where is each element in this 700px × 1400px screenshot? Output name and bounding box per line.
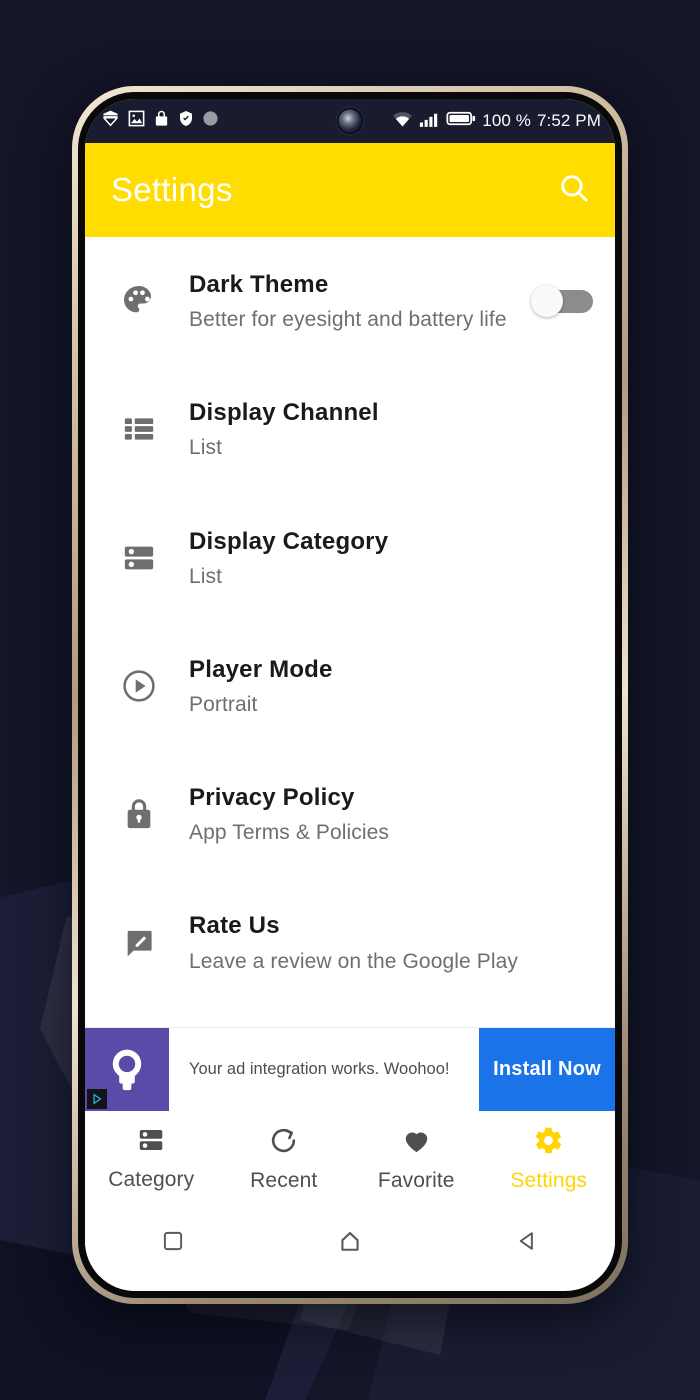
nav-item-category[interactable]: Category bbox=[85, 1125, 218, 1192]
gear-icon bbox=[533, 1125, 564, 1161]
status-bar-left-icons bbox=[101, 109, 219, 133]
recents-square-icon[interactable] bbox=[85, 1228, 262, 1254]
gallery-icon bbox=[127, 109, 146, 133]
nav-item-favorite[interactable]: Favorite bbox=[350, 1125, 483, 1193]
status-bar: 100 % 7:52 PM bbox=[85, 99, 615, 143]
server-rows-icon bbox=[136, 1125, 166, 1160]
setting-row-player-mode[interactable]: Player Mode Portrait bbox=[85, 622, 615, 750]
app-bar: Settings bbox=[85, 143, 615, 237]
nav-label: Category bbox=[108, 1168, 195, 1191]
review-edit-icon bbox=[113, 926, 165, 960]
setting-subtitle: Better for eyesight and battery life bbox=[189, 308, 507, 332]
setting-title: Display Category bbox=[189, 527, 389, 555]
bottom-navigation: Category Recent Favorite Settings bbox=[85, 1111, 615, 1206]
battery-percent-label: 100 % bbox=[482, 111, 531, 130]
nav-label: Favorite bbox=[377, 1168, 455, 1192]
setting-title: Rate Us bbox=[189, 912, 280, 940]
palette-icon bbox=[113, 283, 165, 319]
server-rows-icon bbox=[113, 541, 165, 575]
phone-screen: 100 % 7:52 PM Settings Dark Theme Better… bbox=[85, 99, 615, 1291]
setting-row-display-channel[interactable]: Display Channel List bbox=[85, 365, 615, 493]
setting-row-display-category[interactable]: Display Category List bbox=[85, 494, 615, 622]
back-triangle-icon[interactable] bbox=[438, 1228, 615, 1254]
setting-subtitle: Portrait bbox=[189, 693, 258, 716]
setting-title: Dark Theme bbox=[189, 270, 329, 298]
setting-title: Display Channel bbox=[189, 399, 379, 427]
signal-icon bbox=[419, 110, 440, 133]
nav-item-recent[interactable]: Recent bbox=[218, 1125, 351, 1193]
phone-frame: 100 % 7:52 PM Settings Dark Theme Better… bbox=[72, 86, 628, 1304]
status-bar-right: 100 % 7:52 PM bbox=[392, 99, 601, 143]
phone-bezel: 100 % 7:52 PM Settings Dark Theme Better… bbox=[78, 92, 622, 1298]
nav-item-settings[interactable]: Settings bbox=[483, 1125, 616, 1193]
install-now-button[interactable]: Install Now bbox=[479, 1028, 615, 1111]
ad-text: Your ad integration works. Woohoo! bbox=[189, 1060, 450, 1078]
toggle-knob bbox=[531, 285, 563, 318]
play-circle-icon bbox=[113, 668, 165, 704]
lock-icon bbox=[153, 109, 170, 133]
setting-title: Player Mode bbox=[189, 655, 333, 683]
nav-label: Recent bbox=[250, 1168, 318, 1192]
setting-subtitle: List bbox=[189, 564, 223, 588]
setting-subtitle: List bbox=[189, 436, 223, 460]
android-system-nav bbox=[85, 1206, 615, 1276]
refresh-icon bbox=[268, 1125, 299, 1161]
list-view-icon bbox=[113, 412, 165, 446]
nav-label: Settings bbox=[510, 1168, 588, 1192]
adchoices-icon[interactable] bbox=[87, 1089, 107, 1109]
home-icon[interactable] bbox=[262, 1227, 439, 1255]
shield-check-icon bbox=[177, 109, 195, 133]
heart-icon bbox=[401, 1125, 432, 1161]
setting-row-privacy-policy[interactable]: Privacy Policy App Terms & Policies bbox=[85, 750, 615, 878]
battery-icon bbox=[446, 110, 476, 132]
front-camera-punchhole bbox=[338, 109, 362, 133]
settings-list: Dark Theme Better for eyesight and batte… bbox=[85, 237, 615, 1027]
wifi-icon bbox=[392, 110, 413, 133]
clock-label: 7:52 PM bbox=[536, 111, 601, 130]
ad-banner[interactable]: Your ad integration works. Woohoo! Insta… bbox=[85, 1027, 615, 1111]
page-title: Settings bbox=[111, 171, 233, 208]
ad-brand-logo bbox=[85, 1028, 169, 1111]
fingerprint-icon bbox=[202, 110, 219, 132]
setting-subtitle: App Terms & Policies bbox=[189, 821, 390, 845]
dark-theme-toggle[interactable] bbox=[531, 285, 593, 318]
setting-title: Privacy Policy bbox=[189, 784, 355, 812]
search-icon[interactable] bbox=[557, 171, 591, 210]
setting-subtitle: Leave a review on the Google Play bbox=[189, 949, 519, 973]
setting-row-dark-theme[interactable]: Dark Theme Better for eyesight and batte… bbox=[85, 237, 615, 365]
lock-icon bbox=[113, 797, 165, 831]
app-badge-icon bbox=[101, 109, 120, 133]
setting-row-rate-us[interactable]: Rate Us Leave a review on the Google Pla… bbox=[85, 878, 615, 1006]
